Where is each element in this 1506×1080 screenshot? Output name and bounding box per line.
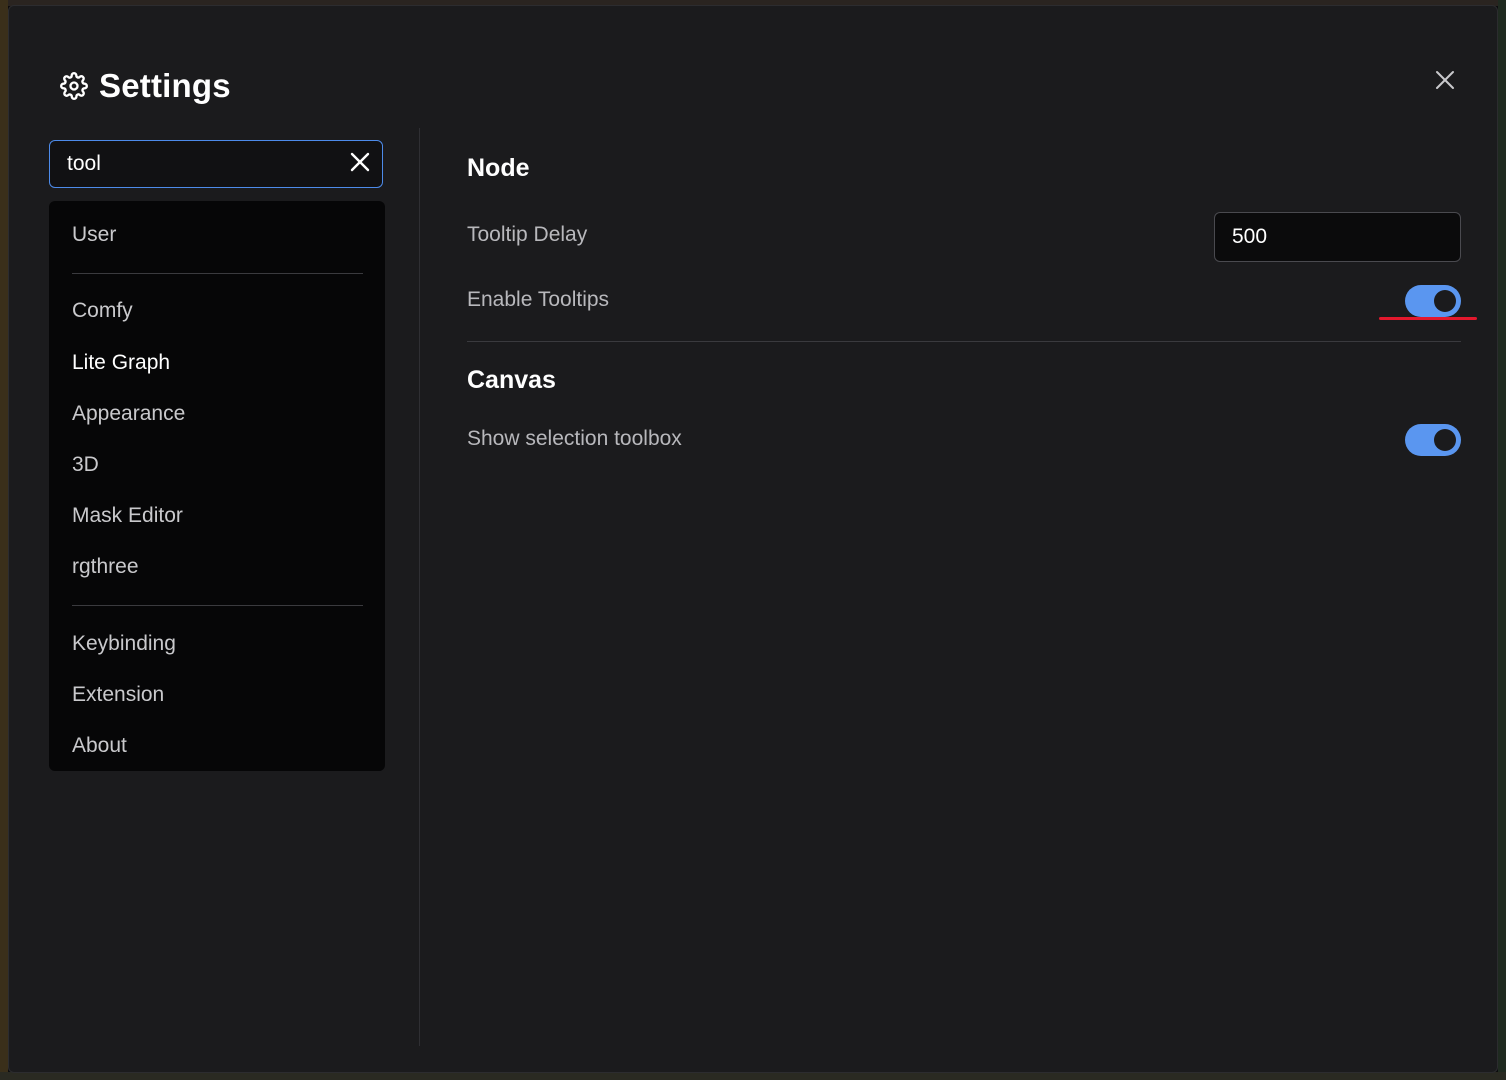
- nav-item-rgthree[interactable]: rgthree: [72, 552, 139, 582]
- toggle-knob: [1434, 290, 1456, 312]
- settings-category-nav: User Comfy Lite Graph Appearance 3D Mask…: [49, 201, 385, 771]
- background-edge-right: [1498, 0, 1506, 1080]
- section-title-canvas: Canvas: [467, 366, 556, 394]
- setting-label-tooltip-delay: Tooltip Delay: [467, 223, 588, 246]
- nav-item-3d[interactable]: 3D: [72, 450, 99, 480]
- background-strip-bottom: [0, 1072, 1506, 1080]
- panel-splitter: [419, 128, 420, 1046]
- toggle-knob: [1434, 429, 1456, 451]
- nav-item-comfy[interactable]: Comfy: [72, 296, 133, 326]
- section-title-node: Node: [467, 154, 530, 182]
- nav-item-extension[interactable]: Extension: [72, 680, 164, 710]
- search-input[interactable]: [50, 141, 338, 187]
- nav-item-keybinding[interactable]: Keybinding: [72, 629, 176, 659]
- nav-item-mask-editor[interactable]: Mask Editor: [72, 501, 183, 531]
- tooltip-delay-input[interactable]: [1214, 212, 1461, 262]
- enable-tooltips-toggle[interactable]: [1405, 285, 1461, 317]
- nav-item-about[interactable]: About: [72, 731, 127, 761]
- settings-dialog: Settings User Comfy Lite Graph Appearanc…: [8, 5, 1498, 1073]
- close-button[interactable]: [1427, 64, 1463, 100]
- dialog-title: Settings: [99, 67, 231, 104]
- clear-search-button[interactable]: [338, 142, 382, 186]
- highlight-underline: [1379, 317, 1477, 320]
- nav-divider: [72, 605, 363, 606]
- setting-label-show-selection-toolbox: Show selection toolbox: [467, 427, 682, 450]
- nav-item-user[interactable]: User: [72, 220, 116, 250]
- nav-item-appearance[interactable]: Appearance: [72, 399, 185, 429]
- close-icon: [1434, 69, 1456, 96]
- nav-item-lite-graph[interactable]: Lite Graph: [72, 348, 170, 378]
- section-divider: [467, 341, 1461, 342]
- gear-icon: [59, 71, 89, 101]
- clear-icon: [349, 151, 371, 178]
- setting-label-enable-tooltips: Enable Tooltips: [467, 288, 610, 311]
- nav-divider: [72, 273, 363, 274]
- search-box: [49, 140, 383, 188]
- show-selection-toolbox-toggle[interactable]: [1405, 424, 1461, 456]
- dialog-header: Settings: [59, 64, 231, 108]
- background-edge-left: [0, 0, 8, 1080]
